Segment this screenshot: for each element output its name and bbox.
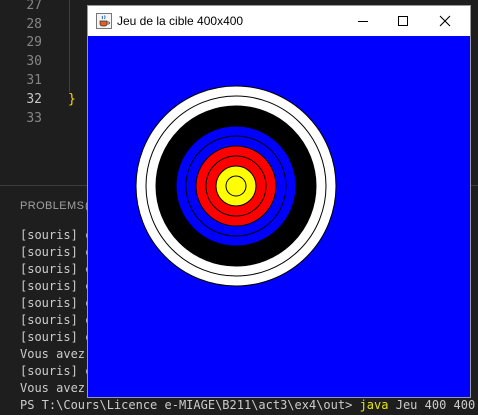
tab-problems[interactable]: PROBLEMS [20,200,84,212]
app-window[interactable]: Jeu de la cible 400x400 [87,5,471,398]
line-number: 29 [26,35,42,50]
line-number: 32 [26,92,42,107]
minimize-icon [358,21,368,22]
java-cup-icon [96,13,112,29]
code-line: 29 [0,33,86,52]
window-title: Jeu de la cible 400x400 [117,14,244,28]
target[interactable] [88,36,470,397]
game-canvas[interactable] [88,36,470,397]
line-number: 33 [26,111,42,126]
code-line: 30 [0,52,86,71]
line-number: 27 [26,0,42,13]
close-icon [439,15,451,27]
indent-guide [69,0,70,92]
prompt-args: Jeu 400 400 [395,398,476,412]
code-line: 31 [0,71,86,90]
code-line: 32 } [0,90,86,109]
terminal-prompt-line[interactable]: PS T:\Cours\Licence e-MIAGE\B211\act3\ex… [20,397,478,414]
line-number: 30 [26,54,42,69]
prompt-path: PS T:\Cours\Licence e-MIAGE\B211\act3\ex… [20,398,353,412]
target-ring [225,175,247,197]
code-line: 33 [0,109,86,128]
prompt-command: java [359,398,389,412]
close-button[interactable] [425,6,465,36]
line-number: 28 [26,17,42,32]
code-line: 27 [0,0,86,15]
minimize-button[interactable] [343,6,383,36]
title-bar[interactable]: Jeu de la cible 400x400 [88,6,470,36]
maximize-icon [398,16,408,26]
line-number: 31 [26,73,42,88]
code-line: 28 [0,15,86,34]
maximize-button[interactable] [383,6,423,36]
closing-brace: } [68,92,76,107]
